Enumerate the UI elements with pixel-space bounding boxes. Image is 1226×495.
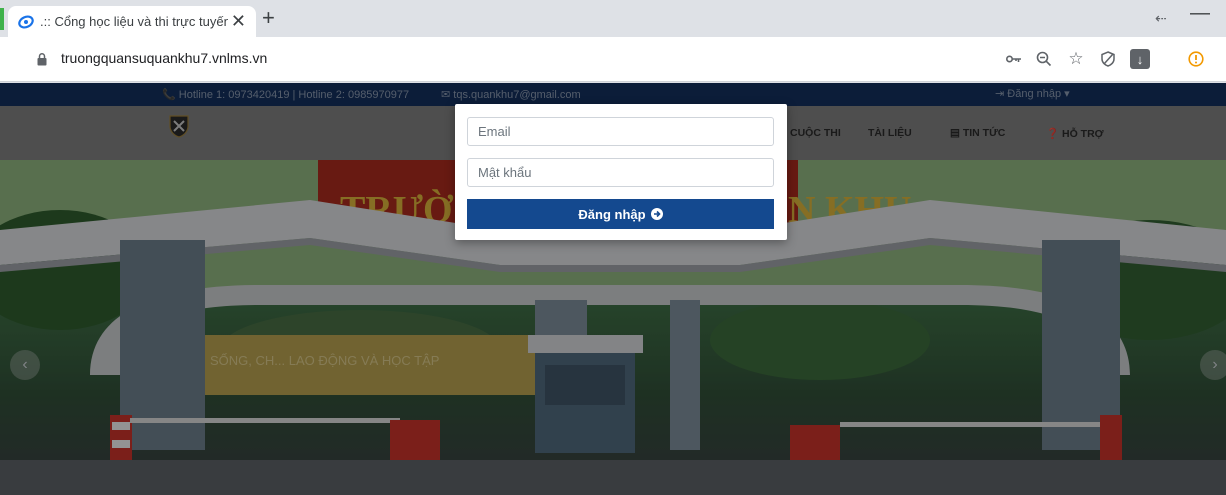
nav-item-ho-tro-label: HỖ TRỢ (1062, 128, 1104, 140)
arrow-right-circle-icon (650, 208, 663, 220)
minimize-window-button[interactable]: — (1190, 2, 1210, 25)
nav-item-tin-tuc-label: TIN TỨC (962, 127, 1006, 139)
tab-group-indicator (0, 8, 4, 30)
tab-search-icon[interactable]: ⇠ (1155, 10, 1167, 27)
slider-next-button[interactable]: › (1200, 350, 1226, 380)
warning-icon[interactable] (1186, 49, 1206, 69)
nav-item-ho-tro[interactable]: ❓ HỖ TRỢ (1046, 127, 1104, 140)
school-logo-icon[interactable] (168, 114, 190, 138)
key-icon[interactable] (1004, 49, 1024, 69)
tab-close-icon[interactable]: ✕ (231, 11, 246, 31)
shield-icon[interactable] (1098, 49, 1118, 69)
url-text[interactable]: truongquansuquankhu7.vnlms.vn (61, 50, 267, 66)
bookmark-star-icon[interactable]: ☆ (1066, 49, 1086, 69)
browser-tab[interactable]: .:: Cổng học liệu và thi trực tuyến ✕ (8, 6, 256, 37)
address-bar: truongquansuquankhu7.vnlms.vn ☆ ↓ (0, 37, 1226, 82)
tab-title: .:: Cổng học liệu và thi trực tuyến (40, 14, 228, 29)
wall-slogan: SỐNG, CH... LAO ĐỘNG VÀ HỌC TẬP (210, 353, 439, 368)
new-tab-button[interactable]: + (262, 6, 275, 30)
email-link[interactable]: ✉ tqs.quankhu7@gmail.com (441, 88, 581, 101)
site-favicon-icon (18, 14, 34, 29)
download-icon[interactable]: ↓ (1130, 49, 1150, 69)
login-submit-button[interactable]: Đăng nhập (467, 199, 774, 229)
slider-prev-button[interactable]: ‹ (10, 350, 40, 380)
email-field[interactable] (467, 117, 774, 146)
password-field[interactable] (467, 158, 774, 187)
login-modal: Đăng nhập (455, 104, 787, 240)
page-viewport: 📞 Hotline 1: 0973420419 | Hotline 2: 098… (0, 83, 1226, 495)
zoom-out-icon[interactable] (1034, 49, 1054, 69)
login-dropdown-link[interactable]: ⇥ Đăng nhập ▾ (995, 87, 1070, 100)
lock-icon[interactable] (37, 53, 47, 66)
hotline-text: 📞 Hotline 1: 0973420419 | Hotline 2: 098… (162, 89, 410, 101)
nav-item-cuoc-thi[interactable]: CUỘC THI (790, 127, 841, 139)
login-submit-label: Đăng nhập (578, 206, 646, 222)
nav-item-tin-tuc[interactable]: ▤ TIN TỨC (950, 127, 1005, 139)
browser-tab-bar: .:: Cổng học liệu và thi trực tuyến ✕ + … (0, 0, 1226, 37)
site-top-bar: 📞 Hotline 1: 0973420419 | Hotline 2: 098… (0, 83, 1226, 106)
nav-item-tai-lieu[interactable]: TÀI LIỆU (868, 127, 912, 139)
